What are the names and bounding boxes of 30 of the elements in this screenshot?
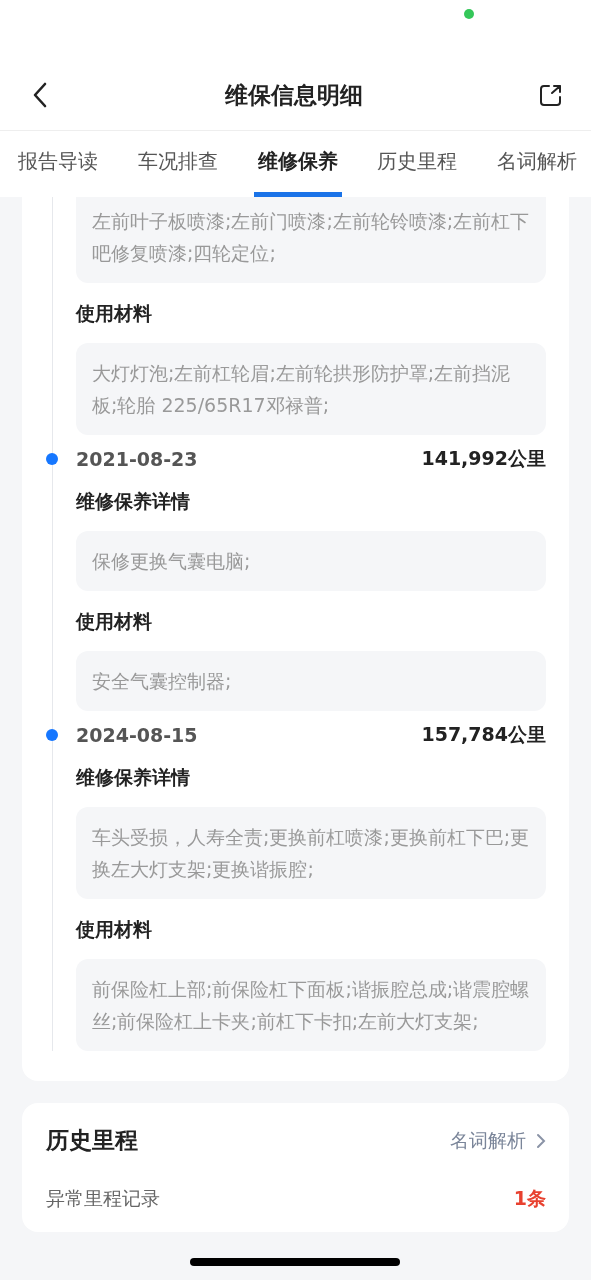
section-label: 维修保养详情 <box>76 765 191 790</box>
back-icon[interactable] <box>32 82 48 108</box>
chevron-right-icon <box>536 1132 546 1149</box>
share-icon[interactable] <box>539 83 563 107</box>
page-title: 维保信息明细 <box>224 80 363 110</box>
detail-text: 车头受损，人寿全责;更换前杠喷漆;更换前杠下巴;更换左大灯支架;更换谐振腔; <box>76 807 546 899</box>
section-label: 使用材料 <box>76 301 153 326</box>
detail-text: 大灯灯泡;左前杠轮眉;左前轮拱形防护罩;左前挡泥板;轮胎 225/65R17邓禄普; <box>76 343 546 435</box>
tab[interactable]: 车况排查 <box>133 131 222 197</box>
detail-text: 左前叶子板喷漆;左前门喷漆;左前轮铃喷漆;左前杠下吧修复喷漆;四轮定位; <box>76 197 546 283</box>
section-label: 使用材料 <box>76 917 153 942</box>
timeline-dot-icon <box>46 453 58 465</box>
tab[interactable]: 报告导读 <box>14 131 102 197</box>
section-label: 使用材料 <box>76 609 153 634</box>
row-value: 1条 <box>513 1186 546 1211</box>
card-title: 历史里程 <box>46 1126 138 1155</box>
tab[interactable]: 名词解析 <box>493 131 581 197</box>
glossary-link[interactable]: 名词解析 <box>450 1127 546 1154</box>
tab[interactable]: 历史里程 <box>373 131 462 197</box>
record-date: 2021-08-23 <box>76 448 198 470</box>
timeline-dot-icon <box>46 729 58 741</box>
detail-text: 前保险杠上部;前保险杠下面板;谐振腔总成;谐震腔螺丝;前保险杠上卡夹;前杠下卡扣;左前大灯支架; <box>76 959 546 1051</box>
record-mileage: 141,992公里 <box>421 446 546 471</box>
detail-text: 安全气囊控制器; <box>76 651 546 711</box>
record-date: 2024-08-15 <box>76 724 198 746</box>
record-mileage: 157,784公里 <box>421 722 546 747</box>
section-label: 维修保养详情 <box>76 489 191 514</box>
status-dot-icon <box>464 9 474 19</box>
row-label: 异常里程记录 <box>46 1186 160 1211</box>
detail-text: 保修更换气囊电脑; <box>76 531 546 591</box>
